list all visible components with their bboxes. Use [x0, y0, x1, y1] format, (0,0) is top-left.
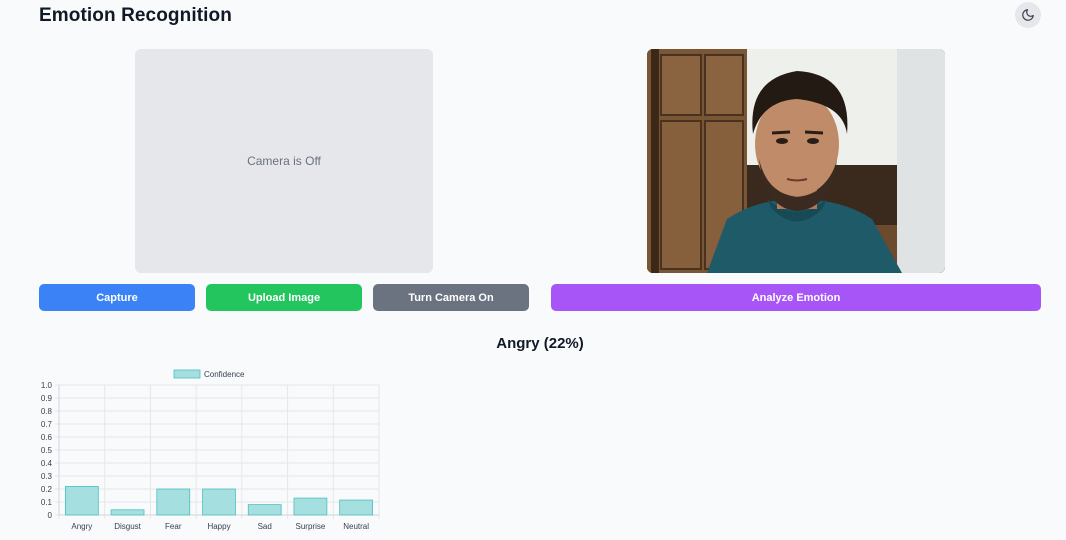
- confidence-chart: 1.0 0.9 0.8 0.7 0.6 0.5 0.4 0.3 0.2 0.1 0 Angry Disg…: [30, 362, 385, 538]
- bar-disgust: [110, 509, 145, 516]
- camera-preview: Camera is Off: [135, 49, 433, 273]
- bar-happy: [202, 488, 236, 516]
- person-photo: [647, 49, 945, 273]
- captured-image: [647, 49, 945, 273]
- bar-fear: [156, 488, 191, 516]
- upload-image-button[interactable]: Upload Image: [206, 284, 362, 311]
- theme-toggle-button[interactable]: [1015, 2, 1041, 28]
- bar-angry: [65, 486, 99, 516]
- y-tick-label: 0.2: [41, 485, 53, 494]
- legend-swatch: [173, 369, 201, 379]
- analyze-emotion-button[interactable]: Analyze Emotion: [551, 284, 1041, 311]
- x-tick-label: Neutral: [343, 522, 369, 531]
- y-tick-label: 0.4: [41, 459, 53, 468]
- x-tick-label: Surprise: [296, 522, 326, 531]
- legend-label: Confidence: [204, 370, 245, 379]
- y-tick-label: 0.9: [41, 394, 53, 403]
- y-tick-label: 0: [48, 511, 53, 520]
- y-tick-label: 0.6: [41, 433, 53, 442]
- turn-camera-on-button[interactable]: Turn Camera On: [373, 284, 529, 311]
- moon-icon: [1022, 9, 1034, 21]
- x-tick-label: Disgust: [114, 522, 141, 531]
- y-tick-label: 0.3: [41, 472, 53, 481]
- y-tick-label: 0.5: [41, 446, 53, 455]
- x-tick-label: Happy: [207, 522, 230, 531]
- bar-surprise: [293, 497, 328, 516]
- y-tick-label: 0.1: [41, 498, 53, 507]
- emotion-result: Angry (22%): [496, 335, 584, 352]
- x-tick-label: Angry: [71, 522, 92, 531]
- x-tick-label: Fear: [165, 522, 182, 531]
- bar-neutral: [339, 499, 373, 516]
- chart-svg: 1.0 0.9 0.8 0.7 0.6 0.5 0.4 0.3 0.2 0.1 0 Angry Disg…: [41, 369, 380, 531]
- page-title: Emotion Recognition: [39, 5, 232, 26]
- capture-button[interactable]: Capture: [39, 284, 195, 311]
- y-tick-label: 0.8: [41, 407, 53, 416]
- app-root: Emotion Recognition Camera is Off Captur…: [0, 0, 1066, 540]
- bar-sad: [247, 504, 282, 516]
- camera-status-text: Camera is Off: [247, 154, 321, 168]
- x-tick-label: Sad: [258, 522, 272, 531]
- y-tick-label: 1.0: [41, 381, 53, 390]
- y-tick-label: 0.7: [41, 420, 53, 429]
